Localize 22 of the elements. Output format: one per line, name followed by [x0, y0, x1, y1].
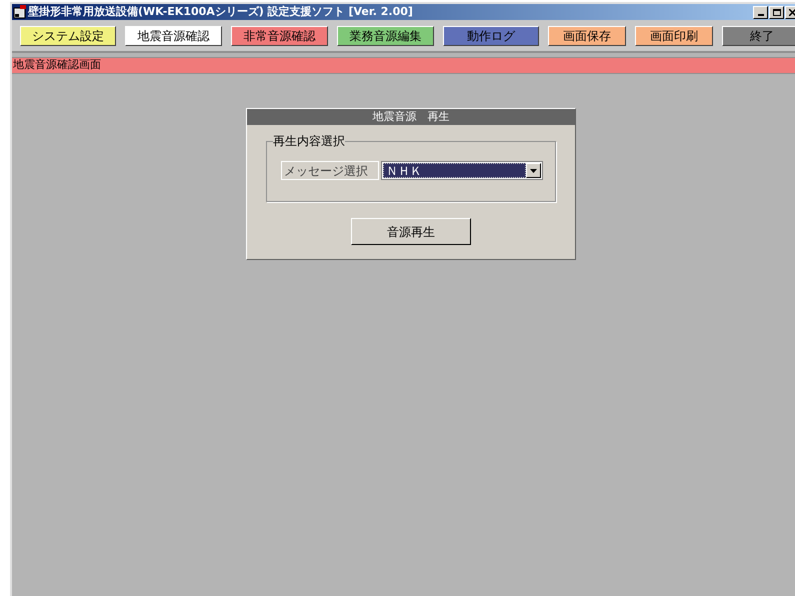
message-select[interactable]: ＮＨＫ [381, 161, 543, 180]
close-icon [789, 8, 795, 16]
maximize-icon [772, 8, 780, 16]
toolbar-tab[interactable]: 終了 [722, 26, 795, 46]
toolbar-tab[interactable]: 地震音源確認 [125, 26, 222, 46]
toolbar-tab[interactable]: 画面印刷 [635, 26, 713, 46]
window-title: 壁掛形非常用放送設備(WK-EK100Aシリーズ) 設定支援ソフト [Ver. 2.00] [28, 4, 413, 20]
minimize-icon [758, 14, 764, 16]
dropdown-arrow-icon [530, 168, 537, 172]
field-label: メッセージ選択 [281, 161, 379, 180]
app-icon [13, 5, 27, 19]
play-button[interactable]: 音源再生 [351, 218, 471, 245]
toolbar-tab[interactable]: 業務音源編集 [337, 26, 434, 46]
group-label: 再生内容選択 [273, 133, 345, 149]
toolbar-tab[interactable]: 非常音源確認 [231, 26, 328, 46]
toolbar-tab[interactable]: 画面保存 [548, 26, 626, 46]
toolbar-tab[interactable]: 動作ログ [443, 26, 539, 46]
toolbar-tab[interactable]: システム設定 [20, 26, 116, 46]
dialog-title: 地震音源 再生 [372, 108, 450, 125]
minimize-button[interactable] [753, 6, 768, 18]
screen-title: 地震音源確認画面 [13, 57, 101, 74]
maximize-button[interactable] [769, 6, 784, 18]
